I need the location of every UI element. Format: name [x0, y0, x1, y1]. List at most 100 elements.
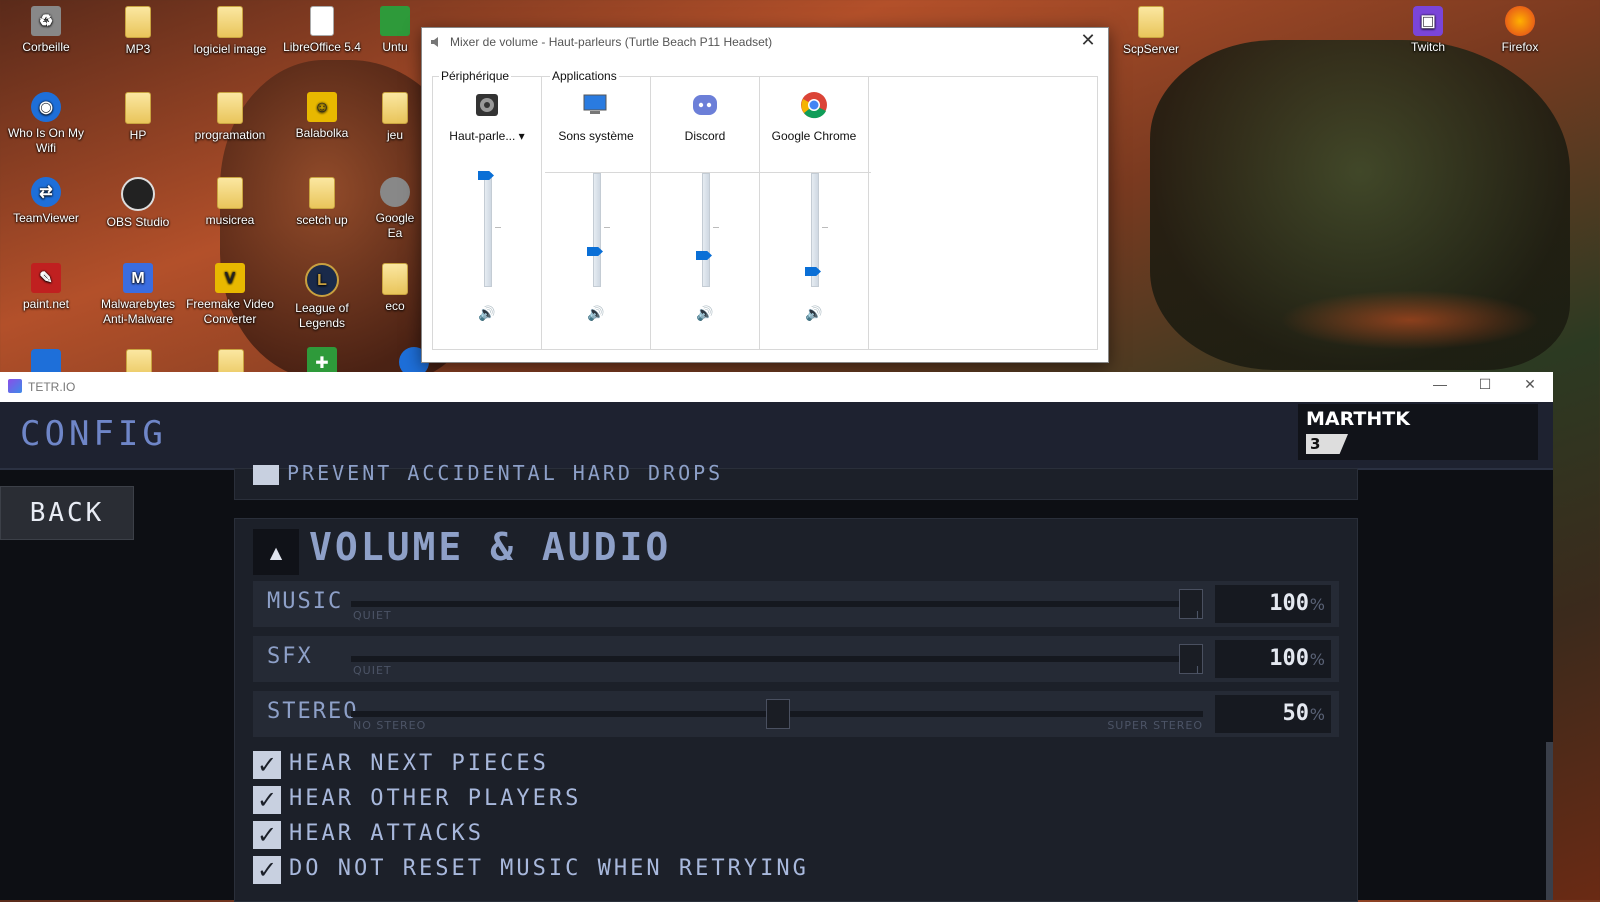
- maximize-button[interactable]: ☐: [1470, 376, 1500, 393]
- value-number: 50: [1282, 701, 1310, 726]
- slider-label: MUSIC: [267, 589, 344, 614]
- google-earth-icon: [380, 177, 410, 207]
- discord-icon: [691, 91, 719, 119]
- stereo-slider[interactable]: [351, 699, 1203, 729]
- desktop-icon-obs[interactable]: OBS Studio: [93, 177, 183, 230]
- scrollbar[interactable]: [1546, 742, 1553, 900]
- desktop-icon-logiciel-image[interactable]: logiciel image: [185, 6, 275, 57]
- close-button[interactable]: ✕: [1076, 30, 1100, 51]
- desktop-icon-paintnet[interactable]: ✎ paint.net: [1, 263, 91, 312]
- collapse-button[interactable]: ▲: [253, 529, 299, 575]
- folder-icon: [125, 92, 151, 124]
- desktop-icon-league-of-legends[interactable]: L League of Legends: [277, 263, 367, 331]
- paintnet-icon: ✎: [31, 263, 61, 293]
- checkbox-checked[interactable]: ✓: [253, 786, 281, 814]
- sfx-volume-row: SFX QUIET L 100 %: [253, 636, 1339, 682]
- username: MARTHTK: [1306, 408, 1410, 430]
- section-title: VOLUME & AUDIO: [309, 525, 672, 569]
- slider-label: SFX: [267, 644, 313, 669]
- desktop-icon-malwarebytes[interactable]: M Malwarebytes Anti-Malware: [93, 263, 183, 327]
- desktop-icon-scetch-up[interactable]: scetch up: [277, 177, 367, 228]
- minimize-button[interactable]: —: [1425, 376, 1455, 392]
- folder-icon: [217, 6, 243, 38]
- checkbox-label: HEAR ATTACKS: [289, 821, 484, 846]
- app-volume-slider[interactable]: [805, 171, 828, 289]
- firefox-icon: [1505, 6, 1535, 36]
- desktop-icon-firefox[interactable]: Firefox: [1475, 6, 1565, 55]
- slider-track: [702, 173, 710, 287]
- device-volume-slider[interactable]: [478, 171, 501, 289]
- window-title: TETR.IO: [28, 380, 76, 394]
- previous-section-panel: PREVENT ACCIDENTAL HARD DROPS: [234, 461, 1358, 500]
- checkbox-checked[interactable]: ✓: [253, 751, 281, 779]
- tick-mark: [495, 227, 501, 228]
- malwarebytes-icon: M: [123, 263, 153, 293]
- device-selector[interactable]: Haut-parle... ▾: [433, 129, 541, 143]
- slider-hint-min: QUIET: [353, 664, 392, 677]
- music-slider[interactable]: [351, 589, 1204, 619]
- user-badge[interactable]: MARTHTK 3: [1298, 404, 1538, 460]
- desktop-icon-untu[interactable]: Untu: [369, 6, 421, 55]
- volume-mixer-window: Mixer de volume - Haut-parleurs (Turtle …: [421, 27, 1109, 363]
- mute-speaker-icon[interactable]: 🔊: [696, 305, 713, 322]
- desktop-icon-corbeille[interactable]: ♻ Corbeille: [1, 6, 91, 55]
- app-name: Google Chrome: [771, 129, 857, 143]
- tick-mark: [822, 227, 828, 228]
- mixer-panel: Périphérique Applications Haut-parle... …: [432, 69, 1098, 350]
- app-column-discord: Discord 🔊: [651, 77, 760, 349]
- libreoffice-icon: [310, 6, 334, 36]
- chevron-up-icon: ▲: [269, 542, 283, 562]
- desktop-icon-who-is-on-my-wifi[interactable]: ◉ Who Is On My Wifi: [1, 92, 91, 156]
- tetrio-window: TETR.IO — ☐ ✕ CONFIG MARTHTK 3 BACK PREV…: [0, 372, 1553, 902]
- back-button[interactable]: BACK: [0, 486, 134, 540]
- mute-speaker-icon[interactable]: 🔊: [587, 305, 604, 322]
- config-header: CONFIG MARTHTK 3: [0, 402, 1553, 470]
- twitch-icon: ▣: [1413, 6, 1443, 36]
- desktop-icon-jeu[interactable]: jeu: [369, 92, 421, 143]
- music-volume-row: MUSIC QUIET L 100 %: [253, 581, 1339, 627]
- stereo-row: STEREO NO STEREO SUPER STEREO 50 %: [253, 691, 1339, 737]
- app-volume-slider[interactable]: [587, 171, 610, 289]
- value-input[interactable]: 50 %: [1215, 695, 1331, 733]
- sfx-slider[interactable]: [351, 644, 1204, 674]
- checkbox[interactable]: [253, 465, 279, 485]
- mute-speaker-icon[interactable]: 🔊: [805, 305, 822, 322]
- checkbox-checked[interactable]: ✓: [253, 856, 281, 884]
- teamviewer-icon: ⇄: [31, 177, 61, 207]
- desktop-icon-mp3[interactable]: MP3: [93, 6, 183, 57]
- mute-speaker-icon[interactable]: 🔊: [478, 305, 495, 322]
- value-input[interactable]: 100 %: [1215, 585, 1331, 623]
- title-bar: TETR.IO — ☐ ✕: [0, 372, 1553, 402]
- app-column-sons-systeme: Sons système 🔊: [542, 77, 651, 349]
- desktop-icon-balabolka[interactable]: ☺ Balabolka: [277, 92, 367, 141]
- system-sounds-icon: [582, 91, 610, 119]
- slider-thumb[interactable]: [766, 699, 790, 729]
- folder-icon: [1138, 6, 1164, 38]
- league-icon: L: [305, 263, 339, 297]
- slider-track: [593, 173, 601, 287]
- app-icon: [380, 6, 410, 36]
- checkbox-checked[interactable]: ✓: [253, 821, 281, 849]
- balabolka-icon: ☺: [307, 92, 337, 122]
- headset-speaker-icon[interactable]: [473, 91, 501, 119]
- desktop-icon-freemake[interactable]: V Freemake Video Converter: [185, 263, 275, 327]
- checkbox-label: HEAR NEXT PIECES: [289, 751, 549, 776]
- desktop-icon-scpserver[interactable]: ScpServer: [1106, 6, 1196, 57]
- device-name: Haut-parle...: [449, 129, 516, 143]
- level-badge: 3: [1306, 434, 1348, 454]
- recycle-bin-icon: ♻: [31, 6, 61, 36]
- desktop-icon-programation[interactable]: programation: [185, 92, 275, 143]
- app-volume-slider[interactable]: [696, 171, 719, 289]
- desktop-icon-musicrea[interactable]: musicrea: [185, 177, 275, 228]
- close-button[interactable]: ✕: [1515, 376, 1545, 393]
- desktop-icon-hp[interactable]: HP: [93, 92, 183, 143]
- desktop-icon-google-earth[interactable]: Google Ea: [369, 177, 421, 241]
- value-input[interactable]: 100 %: [1215, 640, 1331, 678]
- app-column-google-chrome: Google Chrome 🔊: [760, 77, 869, 349]
- desktop-icon-twitch[interactable]: ▣ Twitch: [1383, 6, 1473, 55]
- folder-icon: [309, 177, 335, 209]
- desktop-icon-eco[interactable]: eco: [369, 263, 421, 314]
- desktop-icon-libreoffice[interactable]: LibreOffice 5.4: [277, 6, 367, 55]
- desktop-icon-teamviewer[interactable]: ⇄ TeamViewer: [1, 177, 91, 226]
- value-number: 100: [1269, 591, 1309, 616]
